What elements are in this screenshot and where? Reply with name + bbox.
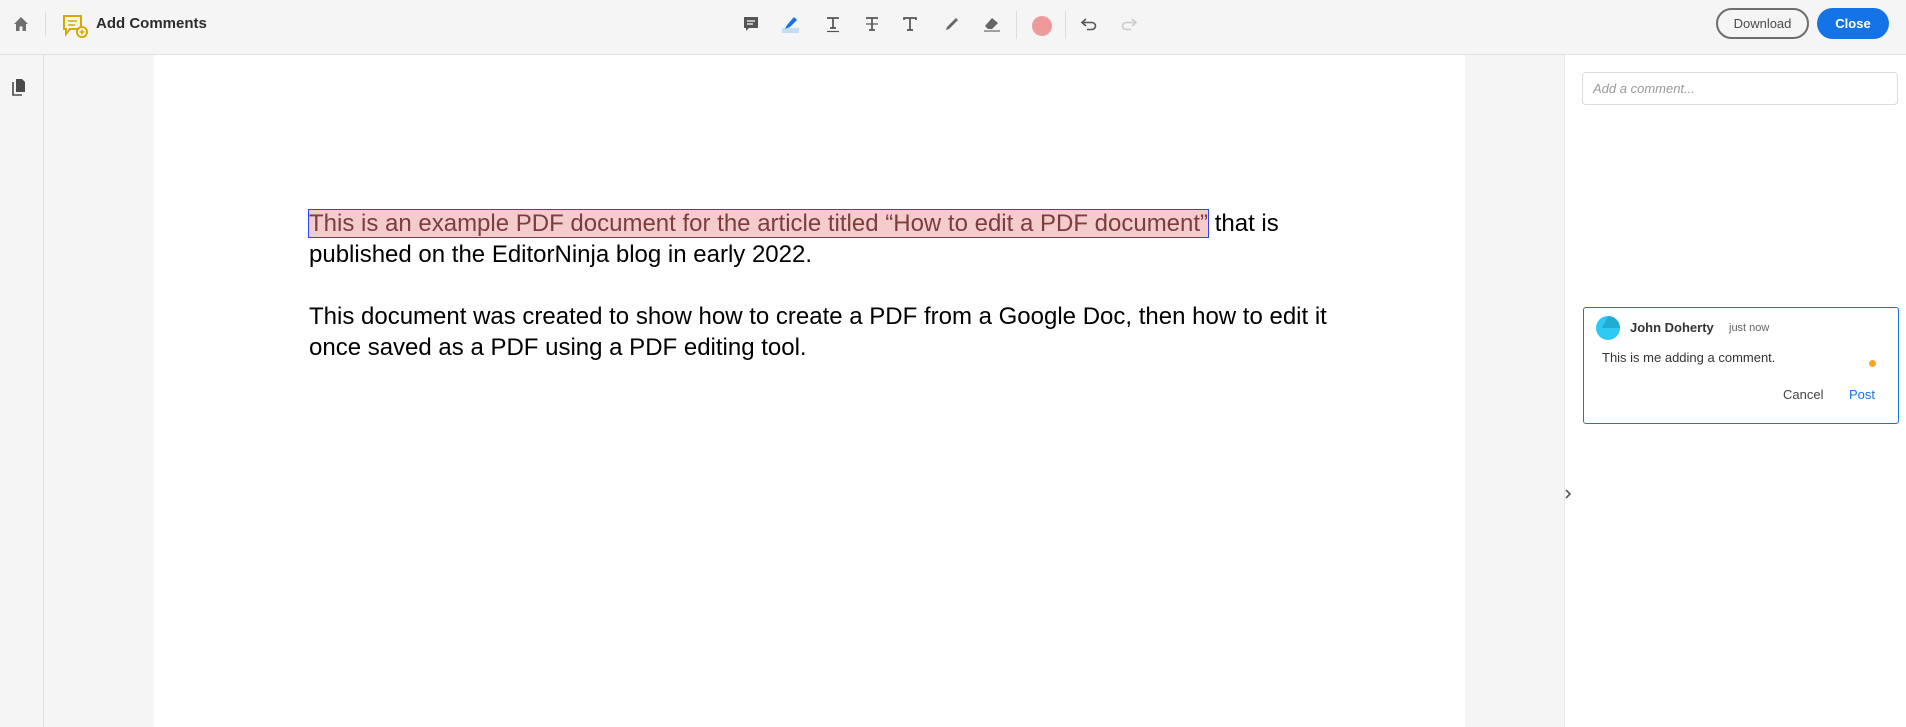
page-title: Add Comments [96, 15, 207, 32]
color-swatch-icon [1032, 16, 1052, 36]
redo-icon [1120, 16, 1138, 36]
close-button[interactable]: Close [1817, 8, 1889, 39]
draw-tool[interactable] [939, 13, 965, 39]
paragraph-2-line-1: This document was created to show how to… [309, 303, 1327, 330]
highlight-icon [781, 14, 801, 38]
strikethrough-tool[interactable] [859, 13, 885, 39]
comment-card: John Doherty just now This is me adding … [1583, 307, 1899, 424]
underline-icon [824, 15, 842, 37]
pdf-page [154, 55, 1465, 727]
eraser-tool[interactable] [979, 13, 1005, 39]
redo-button[interactable] [1116, 13, 1142, 39]
highlighted-text[interactable]: This is an example PDF document for the … [307, 209, 1210, 238]
add-comments-icon [62, 14, 88, 42]
add-comment-input[interactable]: Add a comment... [1582, 72, 1898, 105]
pencil-icon [943, 15, 961, 37]
top-toolbar: Add Comments Download Close [0, 0, 1906, 55]
comment-tool[interactable] [738, 13, 764, 39]
add-text-tool[interactable] [897, 13, 923, 39]
undo-button[interactable] [1076, 13, 1102, 39]
avatar [1596, 316, 1620, 345]
strikethrough-icon [863, 15, 881, 37]
comment-time: just now [1729, 322, 1770, 334]
post-button[interactable]: Post [1849, 387, 1875, 402]
comment-author: John Doherty [1630, 320, 1714, 335]
cancel-button[interactable]: Cancel [1783, 387, 1823, 402]
undo-icon [1080, 16, 1098, 36]
home-icon[interactable] [12, 15, 30, 37]
highlight-tool[interactable] [778, 13, 804, 39]
eraser-icon [982, 15, 1002, 37]
text-span: that is [1208, 210, 1279, 237]
expand-panel-chevron-icon[interactable] [1563, 486, 1573, 505]
download-button[interactable]: Download [1716, 8, 1809, 39]
left-sidebar [0, 55, 44, 727]
comment-icon [742, 15, 760, 37]
paragraph-1-line-2: published on the EditorNinja blog in ear… [309, 241, 813, 268]
color-picker[interactable] [1029, 13, 1055, 39]
paragraph-2-line-2: once saved as a PDF using a PDF editing … [309, 334, 807, 361]
underline-tool[interactable] [820, 13, 846, 39]
unsaved-indicator-icon [1869, 360, 1876, 367]
page-thumbnails-icon[interactable] [11, 78, 27, 100]
paragraph-1-line-1: This is an example PDF document for the … [307, 209, 1279, 239]
add-text-icon [901, 15, 919, 37]
comment-text[interactable]: This is me adding a comment. [1602, 350, 1775, 365]
